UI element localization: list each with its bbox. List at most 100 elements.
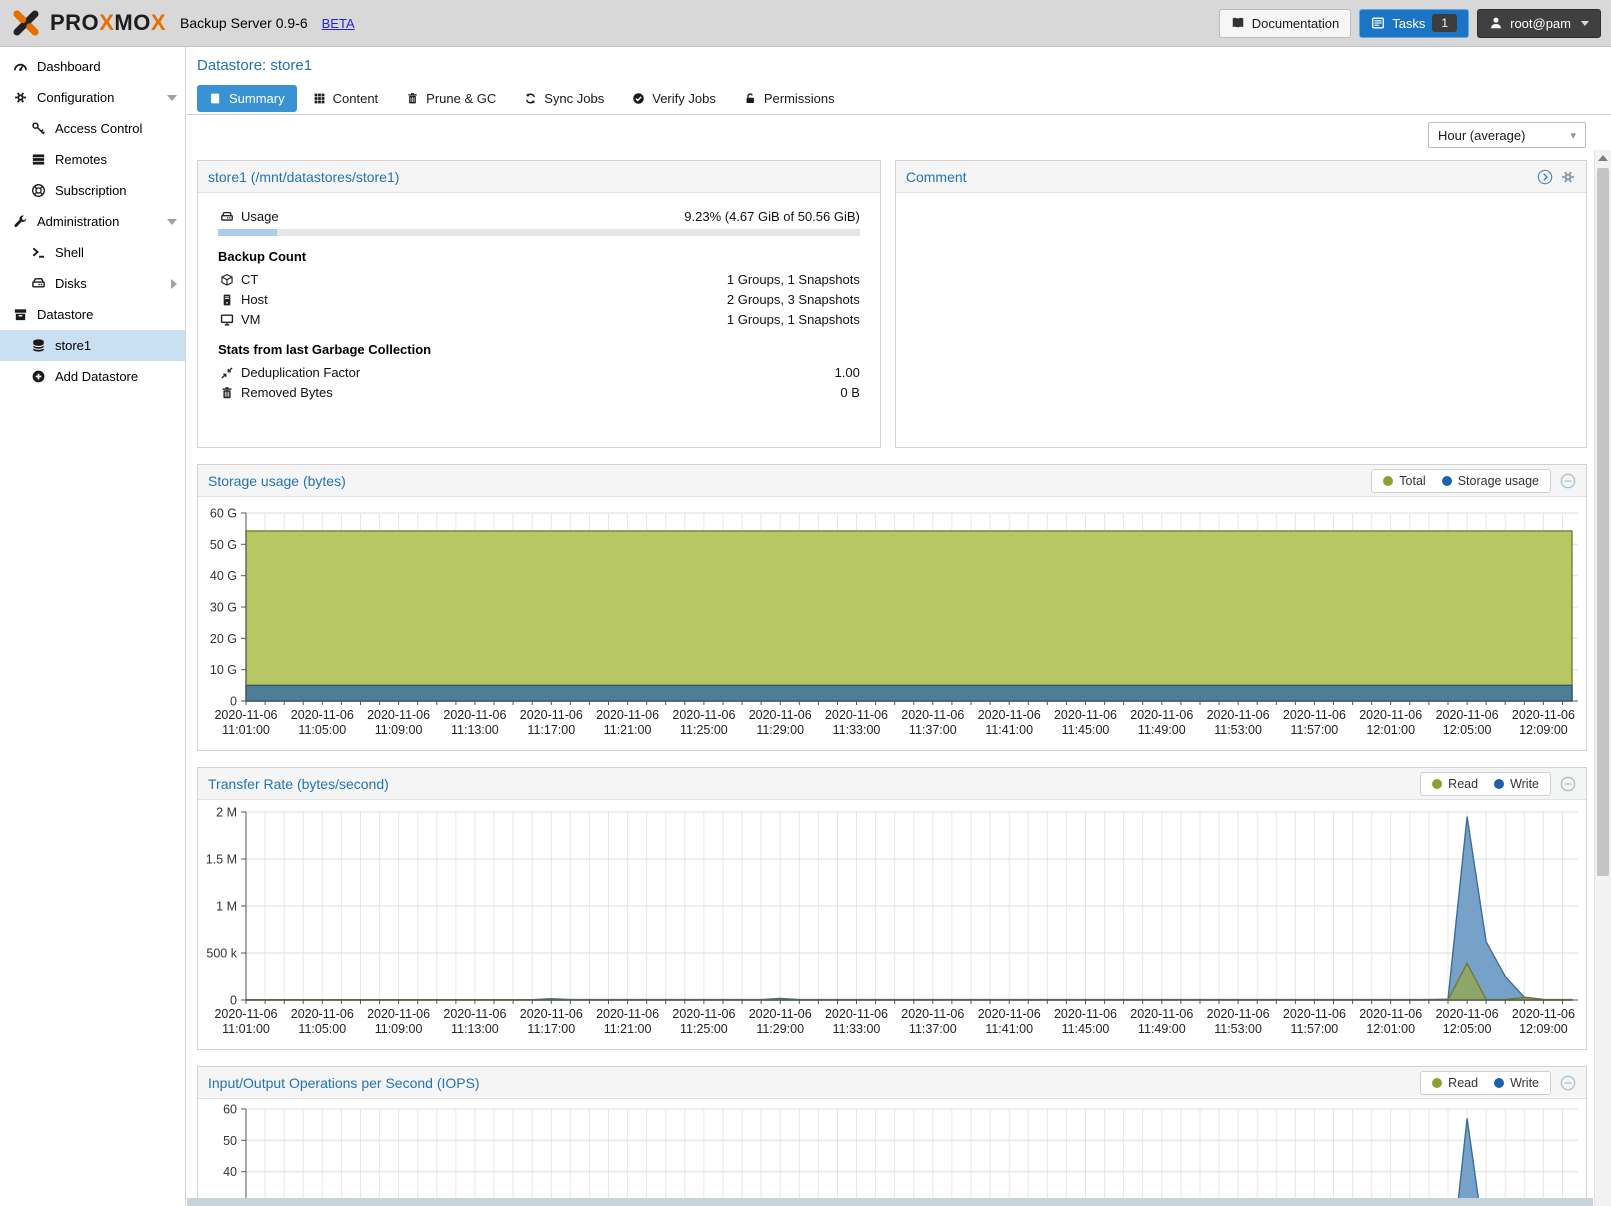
tachometer-icon — [11, 59, 29, 74]
svg-text:2020-11-06: 2020-11-06 — [1283, 1007, 1346, 1021]
caret-down-icon[interactable] — [167, 95, 177, 101]
chart-legend: Read Write — [1420, 1071, 1551, 1095]
chart-panel-storage-usage-bytes: Storage usage (bytes)TotalStorage usage0… — [197, 464, 1587, 751]
svg-text:2020-11-06: 2020-11-06 — [672, 1007, 735, 1021]
horizontal-scrollbar[interactable] — [187, 1198, 1593, 1206]
unlock-icon — [744, 92, 757, 105]
tasks-button[interactable]: Tasks 1 — [1359, 9, 1469, 38]
sidebar-item-shell[interactable]: Shell — [0, 237, 185, 268]
svg-text:11:45:00: 11:45:00 — [1062, 1022, 1110, 1036]
sidebar-item-disks[interactable]: Disks — [0, 268, 185, 299]
legend-entry-write[interactable]: Write — [1494, 1076, 1539, 1090]
server-icon — [218, 293, 235, 307]
svg-text:12:09:00: 12:09:00 — [1519, 723, 1568, 737]
svg-text:60 G: 60 G — [210, 507, 237, 521]
gear-icon[interactable] — [1560, 169, 1576, 185]
svg-text:2020-11-06: 2020-11-06 — [901, 1007, 964, 1021]
tab-content[interactable]: Content — [301, 85, 391, 112]
svg-text:11:53:00: 11:53:00 — [1214, 723, 1262, 737]
svg-text:2020-11-06: 2020-11-06 — [901, 708, 964, 722]
brand-wordmark: PROXMOX — [50, 10, 166, 36]
timerange-select[interactable]: Hour (average) ▾ — [1428, 122, 1586, 148]
svg-text:1.5 M: 1.5 M — [206, 853, 237, 867]
svg-text:1 M: 1 M — [216, 900, 237, 914]
tab-prune-gc[interactable]: Prune & GC — [394, 85, 508, 112]
hdd-icon — [218, 210, 235, 224]
monitor-icon — [218, 313, 235, 327]
product-name: Backup Server 0.9-6 — [180, 15, 308, 31]
legend-dot-icon — [1442, 476, 1452, 486]
svg-text:11:37:00: 11:37:00 — [909, 723, 957, 737]
collapse-chart-icon[interactable] — [1560, 473, 1576, 489]
sidebar-item-datastore[interactable]: Datastore — [0, 299, 185, 330]
caret-down-icon[interactable] — [167, 219, 177, 225]
sidebar-item-store1[interactable]: store1 — [0, 330, 185, 361]
key-icon — [29, 121, 47, 136]
tab-permissions[interactable]: Permissions — [732, 85, 847, 112]
svg-text:12:01:00: 12:01:00 — [1366, 1022, 1415, 1036]
chevron-right-circle-icon[interactable] — [1537, 169, 1553, 185]
svg-text:11:01:00: 11:01:00 — [222, 723, 270, 737]
vertical-scrollbar[interactable] — [1594, 150, 1611, 1206]
sidebar-item-administration[interactable]: Administration — [0, 206, 185, 237]
chart-title: Input/Output Operations per Second (IOPS… — [208, 1075, 480, 1091]
svg-text:2020-11-06: 2020-11-06 — [596, 1007, 659, 1021]
sidebar-item-add-datastore[interactable]: Add Datastore — [0, 361, 185, 392]
comment-panel: Comment — [895, 160, 1587, 448]
sidebar-item-configuration[interactable]: Configuration — [0, 82, 185, 113]
sidebar-item-label: Dashboard — [37, 59, 101, 74]
stat-value: 2 Groups, 3 Snapshots — [727, 292, 860, 307]
collapse-chart-icon[interactable] — [1560, 1075, 1576, 1091]
svg-text:2020-11-06: 2020-11-06 — [825, 1007, 888, 1021]
svg-text:11:53:00: 11:53:00 — [1214, 1022, 1262, 1036]
database-icon — [29, 338, 47, 353]
sidebar-item-label: Datastore — [37, 307, 93, 322]
legend-entry-write[interactable]: Write — [1494, 777, 1539, 791]
svg-text:11:49:00: 11:49:00 — [1138, 723, 1186, 737]
sidebar-item-access-control[interactable]: Access Control — [0, 113, 185, 144]
stat-row-vm: VM1 Groups, 1 Snapshots — [218, 310, 860, 329]
sidebar-item-remotes[interactable]: Remotes — [0, 144, 185, 175]
tab-verify-jobs[interactable]: Verify Jobs — [620, 85, 728, 112]
legend-label: Write — [1510, 1076, 1539, 1090]
scrollbar-thumb[interactable] — [1597, 168, 1609, 876]
svg-text:0: 0 — [230, 994, 237, 1008]
svg-text:2020-11-06: 2020-11-06 — [1054, 1007, 1117, 1021]
stat-value: 1 Groups, 1 Snapshots — [727, 312, 860, 327]
legend-entry-read[interactable]: Read — [1432, 1076, 1478, 1090]
tasks-count-badge: 1 — [1432, 14, 1457, 32]
user-menu-button[interactable]: root@pam — [1477, 9, 1601, 38]
svg-text:2020-11-06: 2020-11-06 — [1359, 1007, 1422, 1021]
svg-text:11:17:00: 11:17:00 — [527, 723, 575, 737]
sidebar-item-subscription[interactable]: Subscription — [0, 175, 185, 206]
caret-right-icon[interactable] — [171, 279, 177, 289]
sidebar: Dashboard ConfigurationAccess Control Remo… — [0, 47, 186, 1206]
tab-sync-jobs[interactable]: Sync Jobs — [512, 85, 616, 112]
scroll-up-arrow-icon[interactable] — [1598, 155, 1608, 161]
legend-entry-read[interactable]: Read — [1432, 777, 1478, 791]
collapse-chart-icon[interactable] — [1560, 776, 1576, 792]
legend-dot-icon — [1432, 779, 1442, 789]
main-content: Datastore: store1 SummaryContentPrune & … — [187, 47, 1611, 1206]
svg-text:2020-11-06: 2020-11-06 — [749, 1007, 812, 1021]
comment-body — [896, 193, 1586, 447]
svg-text:11:13:00: 11:13:00 — [451, 1022, 499, 1036]
svg-text:0: 0 — [230, 695, 237, 709]
datastore-summary-panel: store1 (/mnt/datastores/store1) Usage 9.… — [197, 160, 881, 448]
svg-text:11:09:00: 11:09:00 — [375, 723, 423, 737]
stat-label: Removed Bytes — [241, 385, 333, 400]
beta-link[interactable]: BETA — [322, 16, 355, 31]
legend-label: Read — [1448, 777, 1478, 791]
svg-text:11:25:00: 11:25:00 — [680, 723, 728, 737]
sidebar-item-label: Remotes — [55, 152, 107, 167]
documentation-button[interactable]: Documentation — [1219, 9, 1351, 38]
svg-text:2020-11-06: 2020-11-06 — [1054, 708, 1117, 722]
chart-title: Transfer Rate (bytes/second) — [208, 776, 389, 792]
legend-entry-storage-usage[interactable]: Storage usage — [1442, 474, 1539, 488]
legend-entry-total[interactable]: Total — [1383, 474, 1425, 488]
svg-text:2020-11-06: 2020-11-06 — [1130, 708, 1193, 722]
sidebar-item-dashboard[interactable]: Dashboard — [0, 51, 185, 82]
tab-summary[interactable]: Summary — [197, 85, 297, 112]
panel-title: Comment — [906, 169, 967, 185]
svg-text:2020-11-06: 2020-11-06 — [1512, 708, 1575, 722]
